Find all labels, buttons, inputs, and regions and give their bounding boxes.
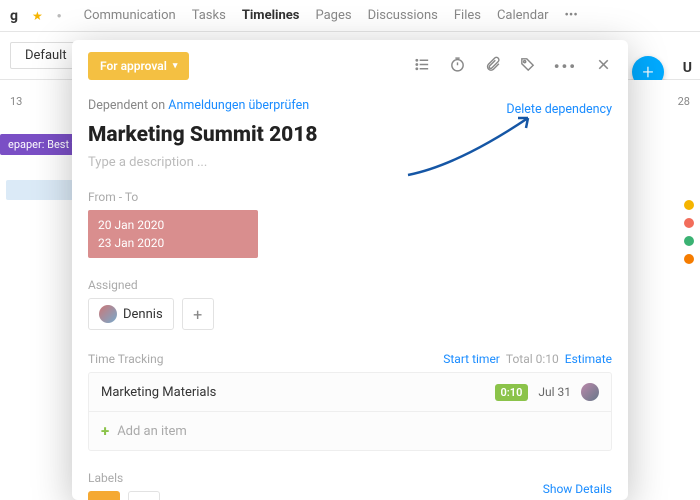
modal-actions: ••• <box>414 56 612 77</box>
brand-fragment: g <box>10 8 18 24</box>
assignee-name: Dennis <box>123 307 163 322</box>
top-nav: g ★ ● Communication Tasks Timelines Page… <box>0 0 700 32</box>
view-selector[interactable]: Default <box>10 42 82 69</box>
right-letter: U <box>683 60 692 76</box>
add-subitem-label: Add an item <box>117 424 187 439</box>
nav-files[interactable]: Files <box>454 8 481 23</box>
nav-pages[interactable]: Pages <box>315 8 351 23</box>
date-from: 20 Jan 2020 <box>98 216 248 234</box>
bullet-icon: ● <box>57 11 62 20</box>
side-dots <box>684 200 694 264</box>
chevron-down-icon: ▾ <box>173 61 178 71</box>
nav-discussions[interactable]: Discussions <box>368 8 438 23</box>
estimate-link[interactable]: Estimate <box>565 352 612 366</box>
date-range[interactable]: 20 Jan 2020 23 Jan 2020 <box>88 210 258 258</box>
add-subitem-button[interactable]: + Add an item <box>89 412 611 450</box>
dot-icon <box>684 236 694 246</box>
label-swatch[interactable] <box>88 491 120 500</box>
start-timer-link[interactable]: Start timer <box>443 352 500 366</box>
subitems-box: Marketing Materials 0:10 Jul 31 + Add an… <box>88 372 612 451</box>
time-tracking-label: Time Tracking <box>88 352 163 366</box>
dependency-prefix: Dependent on <box>88 98 168 113</box>
nav-communication[interactable]: Communication <box>84 8 176 23</box>
subitem-time-badge: 0:10 <box>495 384 529 401</box>
dot-icon <box>684 218 694 228</box>
assigned-label: Assigned <box>88 278 612 292</box>
timeline-bar-whitepaper[interactable]: epaper: Best t <box>0 134 83 155</box>
show-details-link[interactable]: Show Details <box>543 482 612 496</box>
time-total: Total 0:10 <box>506 352 559 366</box>
nav-timelines[interactable]: Timelines <box>242 8 300 23</box>
labels-label: Labels <box>88 471 612 485</box>
more-icon[interactable]: ••• <box>554 57 577 76</box>
description-input[interactable]: Type a description ... <box>88 155 612 170</box>
day-label: 13 <box>10 95 22 108</box>
plus-icon: + <box>101 422 109 440</box>
task-title[interactable]: Marketing Summit 2018 <box>88 123 612 147</box>
attachment-icon[interactable] <box>484 56 501 77</box>
delete-dependency-link[interactable]: Delete dependency <box>506 102 612 117</box>
add-label-button[interactable]: + <box>128 491 160 500</box>
assignee-chip[interactable]: Dennis <box>88 298 174 330</box>
fromto-label: From - To <box>88 190 612 204</box>
nav-tasks[interactable]: Tasks <box>192 8 226 23</box>
subitem-row[interactable]: Marketing Materials 0:10 Jul 31 <box>89 373 611 412</box>
tag-icon[interactable] <box>519 56 536 77</box>
for-approval-button[interactable]: For approval ▾ <box>88 52 189 80</box>
avatar <box>99 305 117 323</box>
nav-calendar[interactable]: Calendar <box>497 8 549 23</box>
date-to: 23 Jan 2020 <box>98 234 248 252</box>
modal-body: Dependent on Anmeldungen überprüfen Dele… <box>72 92 628 500</box>
add-assignee-button[interactable]: + <box>182 298 214 330</box>
modal-header: For approval ▾ ••• <box>72 40 628 92</box>
subitem-date: Jul 31 <box>538 385 571 399</box>
for-approval-label: For approval <box>100 59 167 73</box>
subitem-title: Marketing Materials <box>101 385 485 400</box>
close-icon[interactable] <box>595 56 612 77</box>
task-modal: For approval ▾ ••• Dependent on Anmeldun… <box>72 40 628 500</box>
dot-icon <box>684 200 694 210</box>
day-label: 28 <box>678 95 690 108</box>
list-icon[interactable] <box>414 56 431 77</box>
nav-tabs: Communication Tasks Timelines Pages Disc… <box>84 8 578 23</box>
dependency-link[interactable]: Anmeldungen überprüfen <box>168 98 309 113</box>
star-icon[interactable]: ★ <box>32 9 43 23</box>
nav-more-icon[interactable]: ••• <box>565 8 578 23</box>
dot-icon <box>684 254 694 264</box>
timer-icon[interactable] <box>449 56 466 77</box>
avatar <box>581 383 599 401</box>
